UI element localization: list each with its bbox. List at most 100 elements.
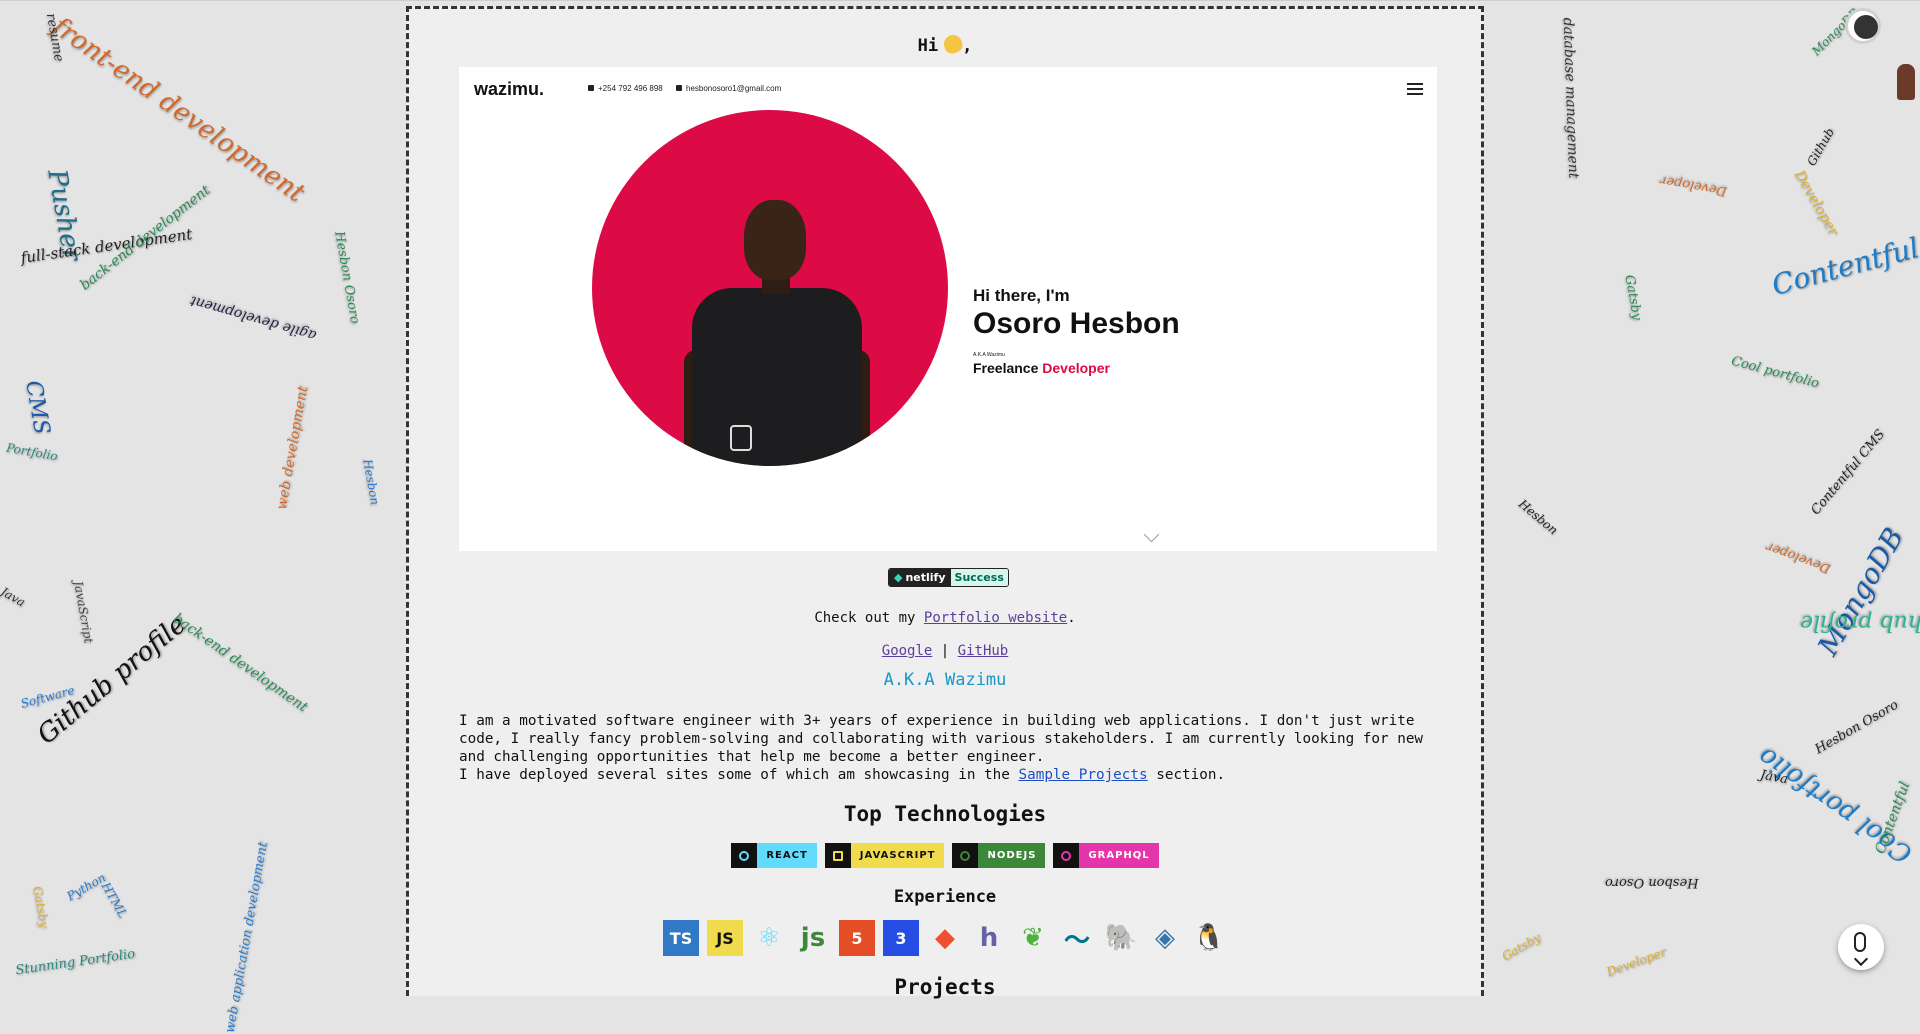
cloud-word: Developer [1604,944,1668,980]
mongodb-icon: ❦ [1022,923,1044,953]
profile-readme-card: Hi, wazimu. +254 792 496 898 hesbonosoro… [406,6,1484,999]
person-illustration [684,200,870,466]
projects-heading: Projects [894,975,996,999]
person-icon [588,85,594,91]
portfolio-line: Check out my Portfolio website. [409,610,1481,626]
hero-role-prefix: Freelance [973,360,1039,376]
sample-projects-link[interactable]: Sample Projects [1019,767,1148,783]
mouse-icon [1854,932,1866,952]
hero-name: Osoro Hesbon [973,307,1180,340]
cloud-word: Github profile [31,609,192,751]
cloud-word: Developer [1659,172,1729,199]
cloud-word: Contentful CMS [1808,426,1889,519]
hero-email-text: hesbonosoro1@gmail.com [686,84,782,93]
javascript-badge[interactable]: JAVASCRIPT [824,843,945,868]
bio-text: I am a motivated software engineer with … [459,713,1424,765]
html5-icon: 5 [839,920,875,956]
react-badge[interactable]: REACT [731,843,817,868]
python-icon: ◈ [1155,923,1175,953]
netlify-icon: ◆ [894,571,903,584]
github-link[interactable]: GitHub [958,643,1009,659]
scroll-down-button[interactable] [1838,924,1884,970]
google-link[interactable]: Google [882,643,933,659]
aka-text: A.K.A Wazimu [883,670,1007,690]
typescript-icon: TS [663,920,699,956]
social-links: Google | GitHub [409,643,1481,659]
cloud-word: Contentful [1768,231,1920,302]
netlify-badge-left: ◆ netlify [889,569,951,586]
heroku-icon: h [979,923,999,953]
react-badge-label: REACT [757,843,817,868]
react-icon: ⚛ [757,923,781,953]
bio-paragraph: I am a motivated software engineer with … [459,712,1444,784]
profile-photo [592,110,948,466]
nodejs-icon [960,850,971,861]
cloud-word: Developer [1791,167,1842,239]
cloud-word: HTML [98,879,131,921]
portfolio-line-prefix: Check out my [814,610,916,626]
hero-logo: wazimu. [474,79,545,99]
moon-icon [1854,15,1878,39]
react-icon [739,850,750,861]
graphql-badge-label: GRAPHQL [1079,843,1159,868]
cloud-word: Github [1804,125,1838,169]
tech-badges: REACT JAVASCRIPT NODEJS GRAPHQL [409,843,1481,868]
cloud-word: Stunning Portfolio [14,946,136,979]
cloud-word: database management [1559,17,1582,179]
cloud-word: CMS [20,378,55,437]
portfolio-website-link[interactable]: Portfolio website [924,610,1067,626]
theme-toggle-button[interactable] [1845,8,1881,44]
chevron-down-icon [1853,951,1869,967]
css3-icon: 3 [883,920,919,956]
cloud-word: Gatsby [1621,273,1645,322]
hero-role-accent: Developer [1042,360,1110,376]
cloud-word: front-end development [46,11,311,209]
cloud-word: Java [0,584,28,610]
graphql-icon [1061,850,1072,861]
cloud-word: Hesbon [360,457,383,507]
waving-hand-icon [941,32,965,56]
cloud-word: MongoDB [1811,522,1911,661]
cloud-word: Gatsby [30,885,52,929]
hero-phone: +254 792 496 898 [588,84,663,93]
nodejs-icon: js [800,923,826,953]
mascot-icon [1897,64,1915,100]
git-icon: ◆ [935,923,955,953]
cloud-word: Developer [1764,538,1833,577]
top-technologies-heading: Top Technologies [843,802,1047,826]
hero-phone-text: +254 792 496 898 [598,84,663,93]
hero-email: hesbonosoro1@gmail.com [676,84,781,93]
chevron-down-icon [1143,526,1160,543]
cloud-word: Cool portfolio [1729,353,1821,392]
portfolio-hero-screenshot[interactable]: wazimu. +254 792 496 898 hesbonosoro1@gm… [459,67,1437,551]
mail-icon [676,85,682,91]
bio-line2-prefix: I have deployed several sites some of wh… [459,767,1010,783]
cloud-word: Hesbon Osoro [331,230,363,325]
cloud-word: Github profile [1800,610,1920,635]
linux-icon: 🐧 [1192,923,1226,953]
cloud-word: Portfolio [5,440,59,464]
netlify-status-badge[interactable]: ◆ netlify Success [888,568,1009,587]
javascript-icon: JS [707,920,743,956]
link-separator: | [940,643,950,659]
javascript-icon [832,850,843,861]
aka-heading: A.K.A Wazimu [409,670,1481,690]
hero-role: Freelance Developer [973,360,1110,376]
cloud-word: web application development [222,840,272,1034]
graphql-badge[interactable]: GRAPHQL [1053,843,1159,868]
nodejs-badge-label: NODEJS [978,843,1046,868]
experience-icons: TS JS ⚛ js 5 3 ◆ h ❦ 〜 🐘 ◈ 🐧 [409,920,1481,956]
hero-intro: Hi there, I'm [973,286,1070,305]
javascript-badge-label: JAVASCRIPT [850,843,945,868]
nodejs-badge[interactable]: NODEJS [952,843,1046,868]
mysql-icon: 〜 [1063,925,1090,956]
cloud-word: back-end development [169,610,311,716]
cloud-word: Hesbon [1515,496,1561,538]
top-border [0,0,1920,1]
netlify-badge-brand: netlify [905,571,946,584]
hamburger-menu-icon [1407,83,1423,98]
greeting: Hi, [409,32,1481,56]
greeting-text: Hi [917,36,939,56]
cloud-word: Hesbon Osoro [1605,875,1699,890]
bio-line2-suffix: section. [1156,767,1226,783]
